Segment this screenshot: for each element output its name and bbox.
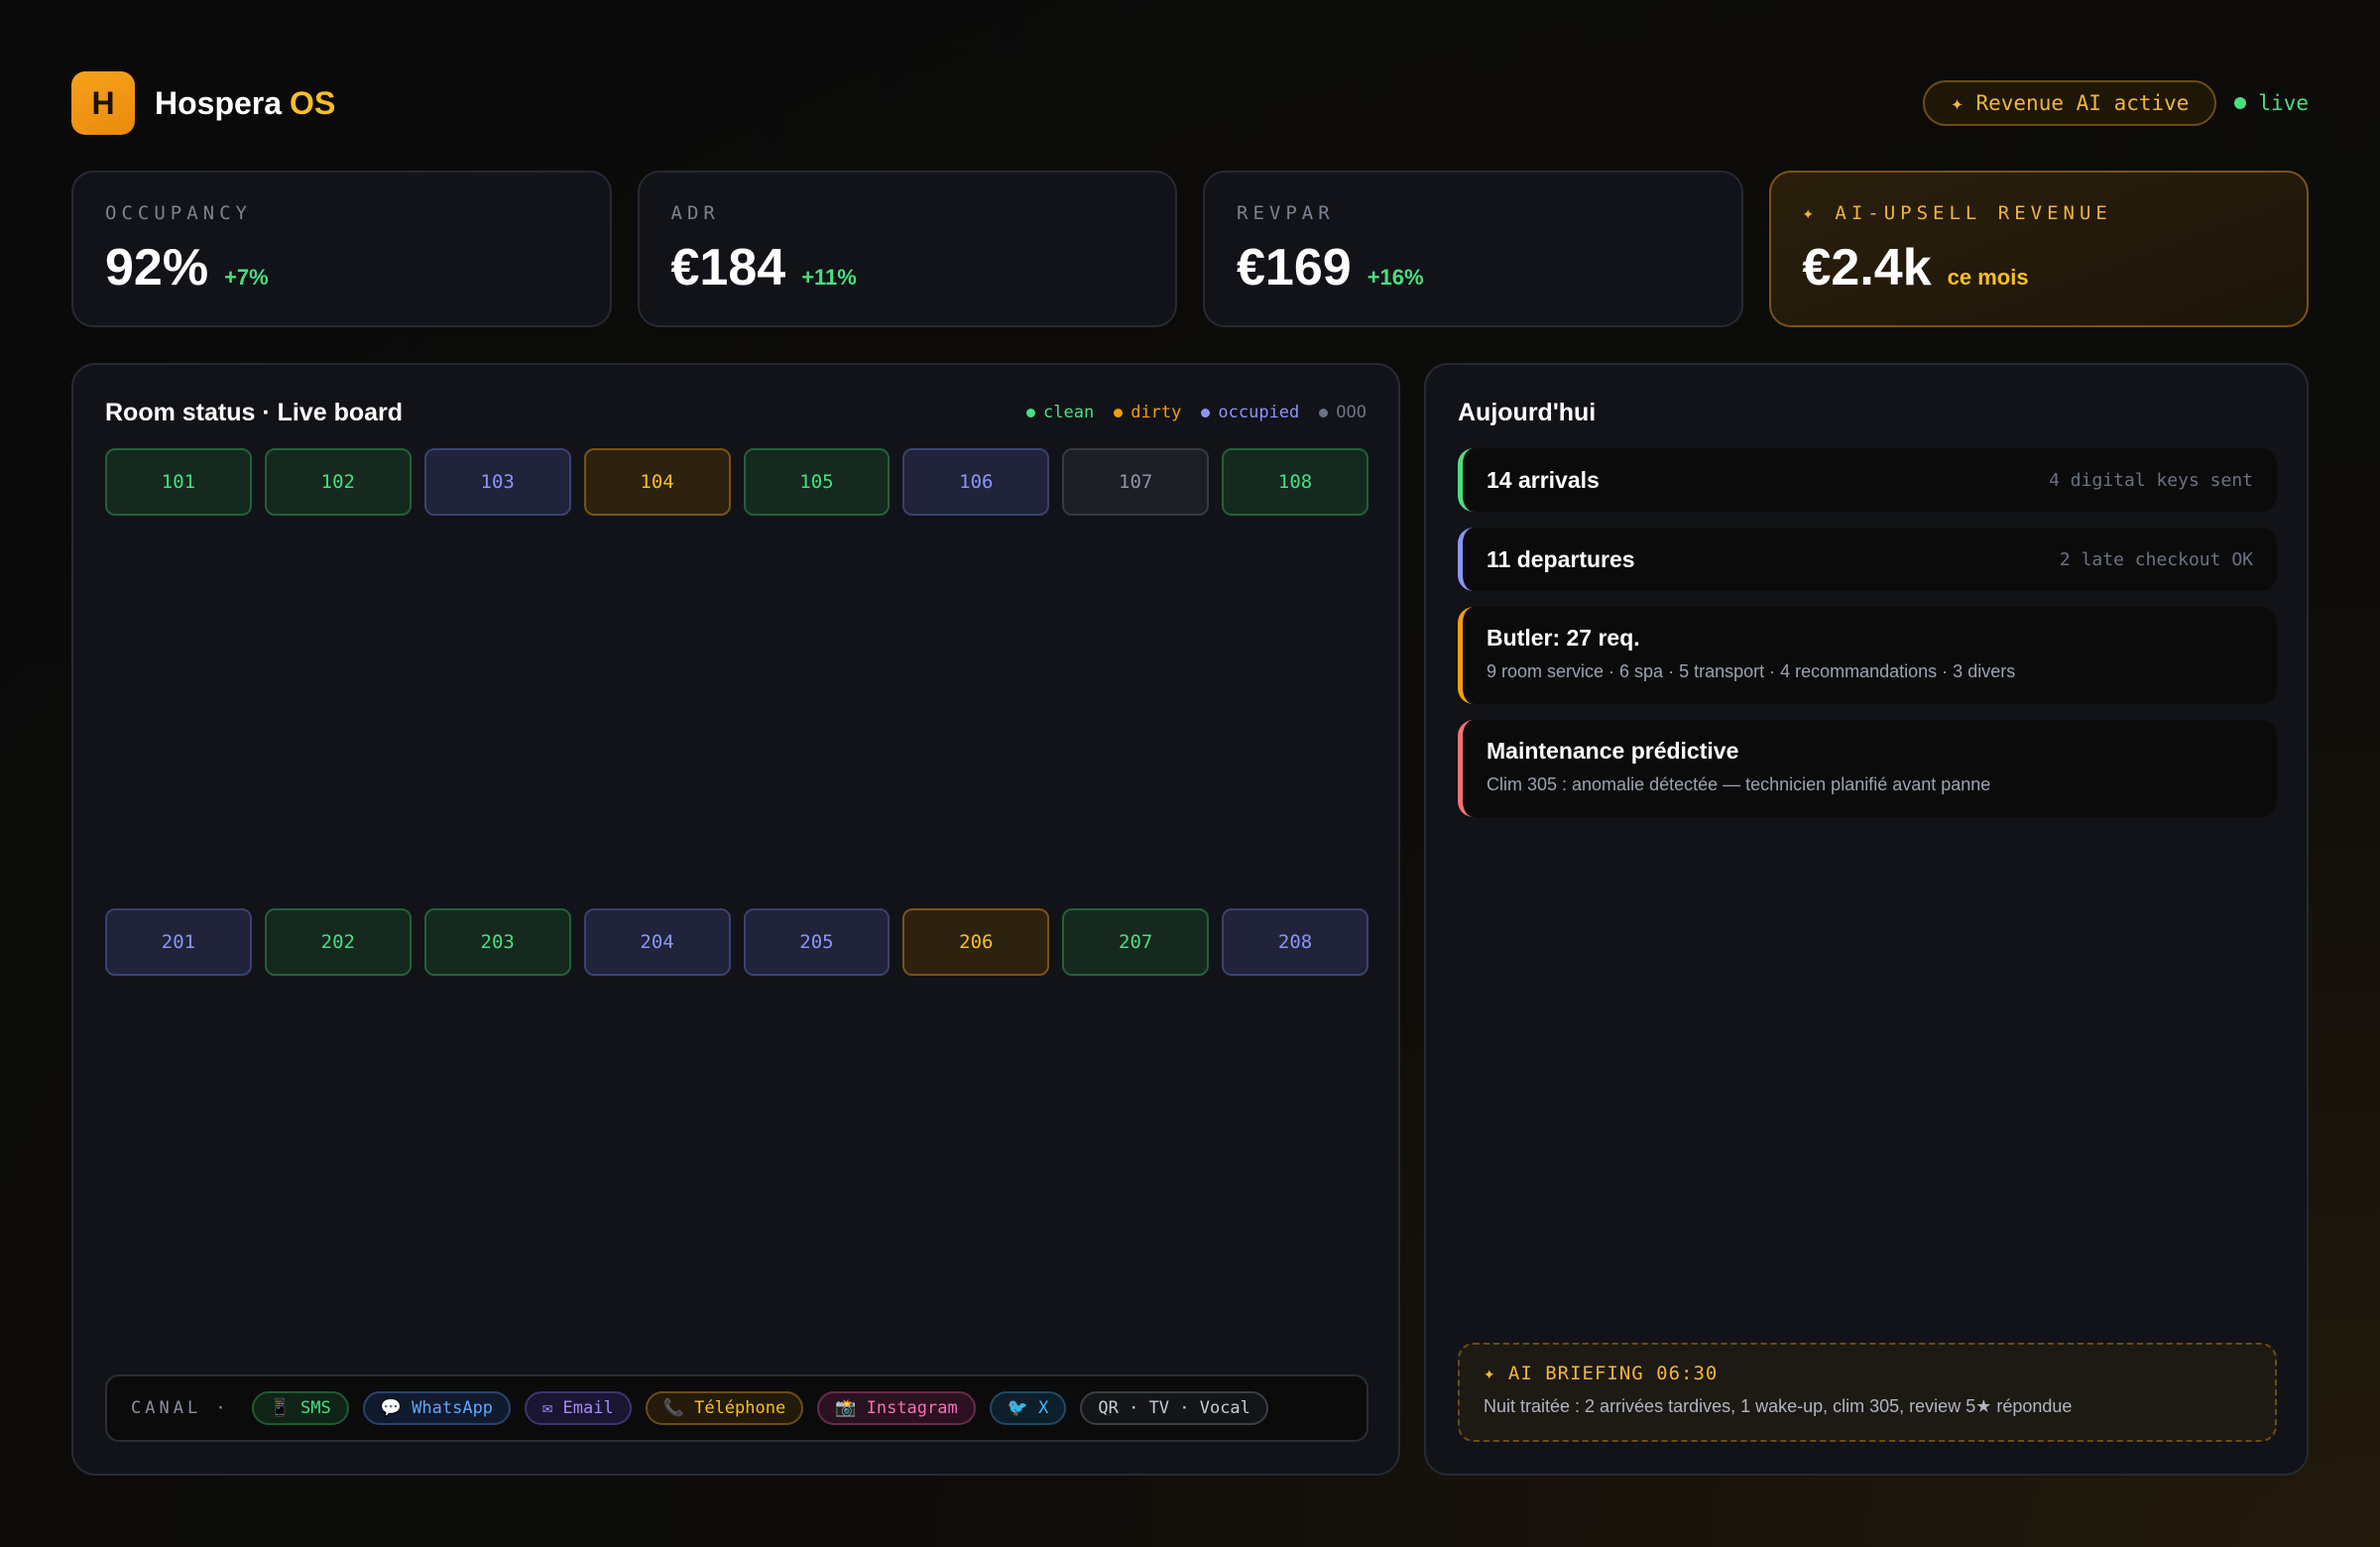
room-tile-204[interactable]: 204 xyxy=(583,908,731,976)
brand-name-accent: OS xyxy=(290,84,336,121)
legend-label: occupied xyxy=(1218,403,1300,422)
today-title: Aujourd'hui xyxy=(1458,399,1597,426)
legend-dot-icon xyxy=(1114,408,1124,417)
arrivals-card[interactable]: 14 arrivals 4 digital keys sent xyxy=(1458,448,2277,512)
kpi-ai-upsell-revenue[interactable]: ✦ AI-UPSELL REVENUE €2.4k ce mois xyxy=(1768,171,2309,327)
channel-chip[interactable]: 📱 SMS xyxy=(251,1391,349,1425)
briefing-title: ✦ AI BRIEFING 06:30 xyxy=(1484,1363,1719,1384)
app-logo: H xyxy=(71,71,135,135)
floor-1-rooms: 101 102 103 104 105 106 107 108 xyxy=(105,448,1368,516)
board-title: Room status · Live board xyxy=(105,399,404,426)
room-tile-203[interactable]: 203 xyxy=(423,908,571,976)
header-status: ✦ Revenue AI active live xyxy=(1923,80,2309,126)
legend-dot-icon xyxy=(1319,408,1329,417)
legend-item-ooo: OOO xyxy=(1319,403,1367,422)
channel-chip[interactable]: 💬 WhatsApp xyxy=(362,1391,512,1425)
room-tile-105[interactable]: 105 xyxy=(743,448,891,516)
kpi-label: OCCUPANCY xyxy=(105,202,252,224)
room-tile-104[interactable]: 104 xyxy=(583,448,731,516)
departures-note: 2 late checkout OK xyxy=(2059,548,2253,570)
room-tile-102[interactable]: 102 xyxy=(264,448,412,516)
legend-dot-icon xyxy=(1201,408,1211,417)
room-tile-103[interactable]: 103 xyxy=(423,448,571,516)
kpi-adr[interactable]: ADR €184 +11% xyxy=(637,171,1177,327)
arrivals-note: 4 digital keys sent xyxy=(2049,469,2253,491)
room-tile-208[interactable]: 208 xyxy=(1222,908,1368,976)
channel-bar: CANAL · 📱 SMS 💬 WhatsApp ✉ Email 📞 Téléphon… xyxy=(105,1374,1368,1442)
legend-item-dirty: dirty xyxy=(1114,403,1181,422)
kpi-delta: +7% xyxy=(224,265,269,290)
kpi-delta: +16% xyxy=(1367,265,1424,290)
room-tile-106[interactable]: 106 xyxy=(902,448,1050,516)
legend-dot-icon xyxy=(1026,408,1036,417)
kpi-delta: ce mois xyxy=(1947,265,2029,290)
departures-title: 11 departures xyxy=(1487,545,1635,572)
channel-chip[interactable]: 📞 Téléphone xyxy=(645,1391,804,1425)
butler-title: Butler: 27 req. xyxy=(1487,625,1640,651)
live-indicator: live xyxy=(2234,91,2309,115)
maintenance-title: Maintenance prédictive xyxy=(1487,738,1739,764)
room-tile-108[interactable]: 108 xyxy=(1222,448,1368,516)
canal-label: CANAL · xyxy=(131,1398,230,1418)
kpi-row: OCCUPANCY 92% +7% ADR €184 +11% REVPAR €… xyxy=(71,171,2309,327)
revenue-ai-badge[interactable]: ✦ Revenue AI active xyxy=(1923,80,2217,126)
channel-chip[interactable]: QR · TV · Vocal xyxy=(1080,1391,1268,1425)
briefing-text: Nuit traitée : 2 arrivées tardives, 1 wa… xyxy=(1484,1396,2073,1416)
status-legend: clean dirty occupied OOO xyxy=(1026,403,1367,422)
kpi-label: ✦ AI-UPSELL REVENUE xyxy=(1802,202,2112,224)
app-name: Hospera OS xyxy=(155,85,335,122)
legend-item-occupied: occupied xyxy=(1201,403,1299,422)
legend-label: clean xyxy=(1043,403,1095,422)
ai-briefing-card[interactable]: ✦ AI BRIEFING 06:30 Nuit traitée : 2 arr… xyxy=(1458,1343,2277,1442)
arrivals-title: 14 arrivals xyxy=(1487,466,1600,493)
top-header: H Hospera OS ✦ Revenue AI active live xyxy=(71,71,2309,135)
live-label: live xyxy=(2258,91,2309,115)
departures-card[interactable]: 11 departures 2 late checkout OK xyxy=(1458,528,2277,591)
maintenance-card[interactable]: Maintenance prédictive Clim 305 : anomal… xyxy=(1458,720,2277,817)
live-dot-icon xyxy=(2234,97,2247,109)
butler-card[interactable]: Butler: 27 req. 9 room service · 6 spa ·… xyxy=(1458,607,2277,704)
butler-details: 9 room service · 6 spa · 5 transport · 4… xyxy=(1487,661,2016,681)
room-tile-107[interactable]: 107 xyxy=(1062,448,1210,516)
channel-chip[interactable]: ✉ Email xyxy=(525,1391,632,1425)
room-tile-207[interactable]: 207 xyxy=(1062,908,1210,976)
kpi-value: €169 xyxy=(1237,239,1352,297)
kpi-revpar[interactable]: REVPAR €169 +16% xyxy=(1203,171,1743,327)
room-tile-101[interactable]: 101 xyxy=(105,448,252,516)
channel-chip[interactable]: 🐦 X xyxy=(989,1391,1067,1425)
maintenance-details: Clim 305 : anomalie détectée — technicie… xyxy=(1487,774,1991,794)
floor-2-rooms: 201 202 203 204 205 206 207 208 xyxy=(105,908,1368,976)
kpi-value: 92% xyxy=(105,239,209,297)
room-tile-202[interactable]: 202 xyxy=(264,908,412,976)
kpi-value: €184 xyxy=(670,239,786,297)
room-tile-205[interactable]: 205 xyxy=(743,908,891,976)
brand-name-main: Hospera xyxy=(155,84,283,121)
channel-chip[interactable]: 📸 Instagram xyxy=(817,1391,976,1425)
kpi-value: €2.4k xyxy=(1802,239,1932,297)
room-status-board: Room status · Live board clean dirty occup… xyxy=(71,363,1400,1476)
room-tile-201[interactable]: 201 xyxy=(105,908,252,976)
kpi-label: ADR xyxy=(670,202,720,224)
kpi-occupancy[interactable]: OCCUPANCY 92% +7% xyxy=(71,171,612,327)
kpi-delta: +11% xyxy=(801,265,857,290)
brand[interactable]: H Hospera OS xyxy=(71,71,335,135)
legend-label: dirty xyxy=(1130,403,1182,422)
room-tile-206[interactable]: 206 xyxy=(902,908,1050,976)
legend-label: OOO xyxy=(1336,403,1367,422)
legend-item-clean: clean xyxy=(1026,403,1094,422)
today-panel: Aujourd'hui 14 arrivals 4 digital keys s… xyxy=(1424,363,2309,1476)
kpi-label: REVPAR xyxy=(1237,202,1335,224)
